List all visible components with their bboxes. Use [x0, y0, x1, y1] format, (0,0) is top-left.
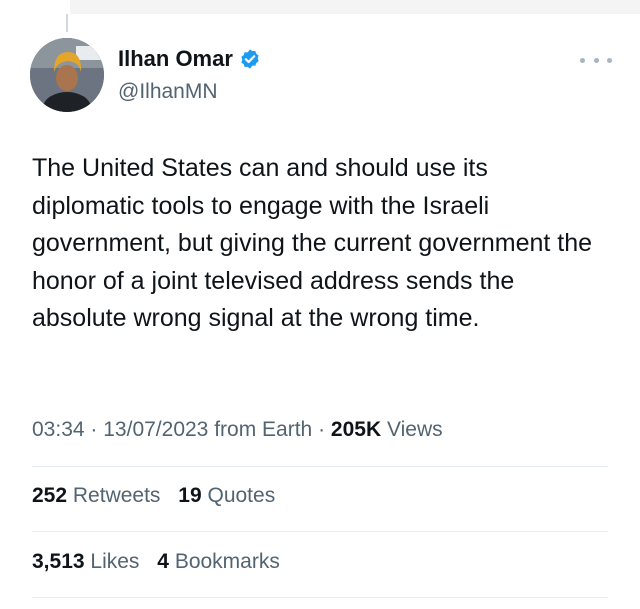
more-dot [607, 57, 612, 63]
bookmarks-label: Bookmarks [174, 550, 280, 573]
verified-badge-icon [239, 48, 261, 70]
divider [32, 466, 608, 467]
divider [32, 597, 608, 598]
tweet-source: from Earth [214, 418, 313, 441]
more-dot [593, 57, 599, 63]
retweets-stat[interactable]: 252 Retweets [32, 484, 166, 507]
tweet-time[interactable]: 03:34 [32, 418, 85, 441]
likes-label: Likes [90, 550, 140, 573]
author-display-name[interactable]: Ilhan Omar [118, 46, 233, 72]
engagement-row-shares: 252 Retweets 19 Quotes [32, 484, 287, 508]
quotes-count: 19 [178, 484, 202, 507]
avatar[interactable] [30, 38, 104, 112]
previous-tweet-edge [70, 0, 640, 14]
engagement-row-likes: 3,513 Likes 4 Bookmarks [32, 550, 292, 574]
bookmarks-count: 4 [157, 550, 169, 573]
more-options-icon[interactable] [580, 50, 612, 70]
author-handle[interactable]: @IlhanMN [118, 80, 218, 104]
avatar-photo [30, 38, 104, 112]
author-name-row[interactable]: Ilhan Omar [118, 46, 261, 72]
tweet-meta: 03:34 · 13/07/2023 from Earth · 205K Vie… [32, 418, 443, 442]
more-dot [580, 57, 585, 63]
bookmarks-stat[interactable]: 4 Bookmarks [157, 550, 280, 573]
retweets-count: 252 [32, 484, 68, 507]
divider [32, 531, 608, 532]
tweet-text: The United States can and should use its… [32, 154, 593, 332]
retweets-label: Retweets [72, 484, 161, 507]
thread-connector-line [66, 14, 68, 32]
quotes-label: Quotes [207, 484, 276, 507]
meta-separator: · [318, 418, 326, 441]
views-label: Views [386, 418, 443, 441]
quotes-stat[interactable]: 19 Quotes [178, 484, 275, 507]
tweet-date[interactable]: 13/07/2023 [103, 418, 208, 441]
likes-stat[interactable]: 3,513 Likes [32, 550, 145, 573]
likes-count: 3,513 [32, 550, 85, 573]
meta-separator: · [90, 418, 98, 441]
views-count: 205K [330, 418, 382, 441]
